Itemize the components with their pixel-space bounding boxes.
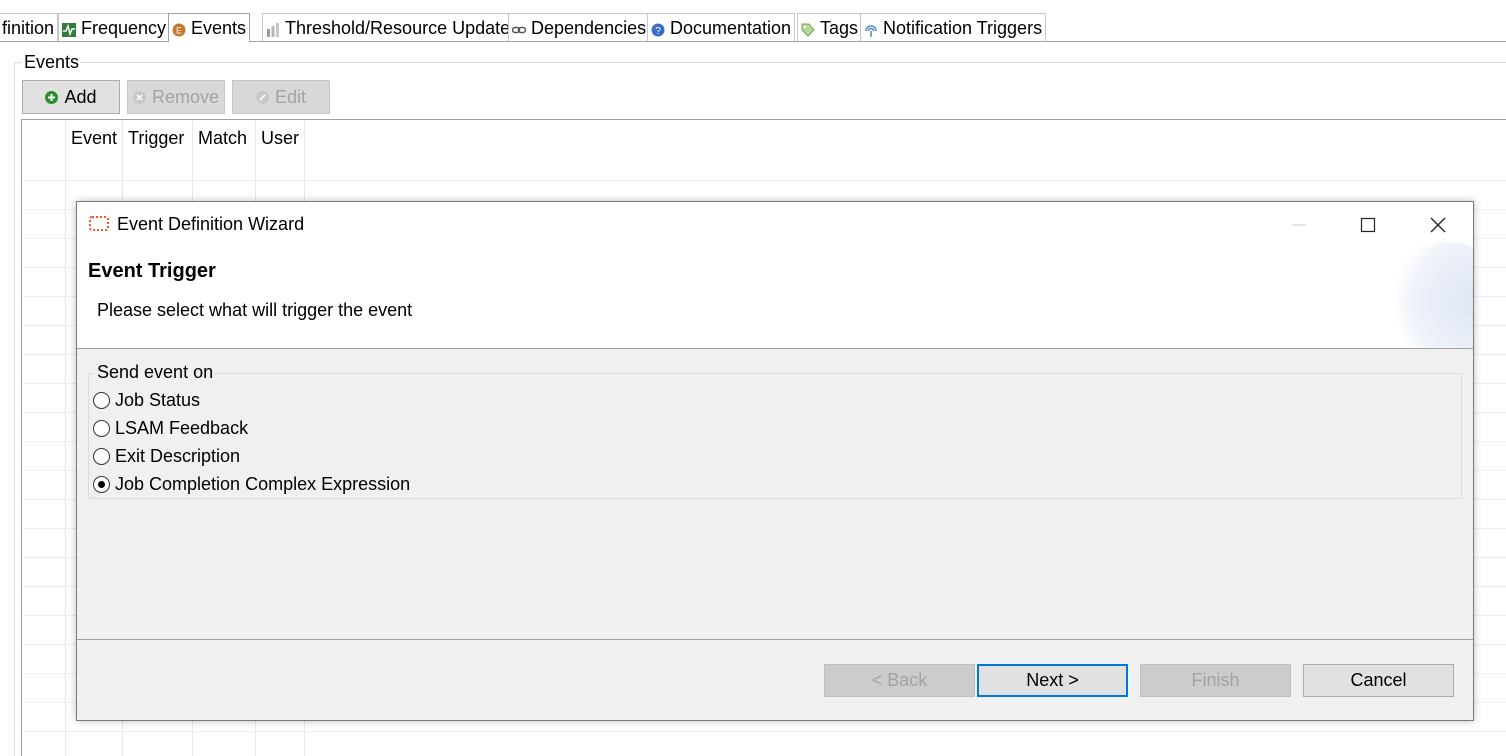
events-icon: E <box>172 21 186 37</box>
threshold-icon <box>266 21 280 37</box>
link-icon <box>511 21 527 35</box>
radio-button[interactable] <box>93 392 110 409</box>
next-button[interactable]: Next > <box>977 664 1128 697</box>
radio-job-completion-complex-expression[interactable]: Job Completion Complex Expression <box>93 474 410 495</box>
tab-frequency[interactable]: Frequency <box>58 13 171 41</box>
column-divider <box>65 120 66 756</box>
radio-label: Job Status <box>115 390 201 410</box>
remove-button-label: Remove <box>151 86 220 107</box>
event-definition-wizard-dialog: Event Definition Wizard Event Trigger Pl… <box>76 201 1474 721</box>
tab-threshold-resource-update[interactable]: Threshold/Resource Update <box>262 13 515 41</box>
column-header-event[interactable]: Event <box>71 128 117 149</box>
svg-text:?: ? <box>655 26 661 37</box>
tab-label: finition <box>2 17 55 38</box>
send-event-on-label: Send event on <box>95 362 216 383</box>
wizard-banner: Event Definition Wizard Event Trigger Pl… <box>77 202 1473 349</box>
maximize-button[interactable] <box>1345 210 1391 240</box>
radio-button-selected[interactable] <box>93 476 110 493</box>
close-button[interactable] <box>1415 210 1461 240</box>
radio-lsam-feedback[interactable]: LSAM Feedback <box>93 418 248 439</box>
edit-button-label: Edit <box>274 86 307 107</box>
svg-text:E: E <box>176 26 182 36</box>
tab-label: Frequency <box>81 17 167 38</box>
column-header-trigger[interactable]: Trigger <box>128 128 184 149</box>
app-icon <box>89 216 109 231</box>
table-row <box>22 180 1506 181</box>
tab-label: Notification Triggers <box>883 17 1043 38</box>
radio-exit-description[interactable]: Exit Description <box>93 446 240 467</box>
wizard-page-description: Please select what will trigger the even… <box>97 300 413 320</box>
maximize-icon <box>1360 217 1376 233</box>
tab-label: Threshold/Resource Update <box>285 17 511 38</box>
minimize-button[interactable] <box>1276 210 1322 240</box>
tab-label: Documentation <box>670 17 792 38</box>
column-header-user[interactable]: User <box>261 128 299 149</box>
remove-icon <box>132 90 146 104</box>
tab-label: Tags <box>820 17 859 38</box>
footer-divider <box>77 639 1473 640</box>
window-title: Event Definition Wizard <box>117 214 305 234</box>
back-button[interactable]: < Back <box>824 664 975 697</box>
add-button-label: Add <box>64 86 97 107</box>
tab-events[interactable]: E Events <box>168 13 251 42</box>
add-icon <box>45 90 59 104</box>
column-header-match[interactable]: Match <box>198 128 247 149</box>
table-row <box>22 731 1506 732</box>
info-icon: ? <box>651 21 665 37</box>
radio-job-status[interactable]: Job Status <box>93 390 200 411</box>
wizard-page-title: Event Trigger <box>88 260 216 282</box>
edit-button[interactable]: Edit <box>232 80 330 114</box>
cancel-button[interactable]: Cancel <box>1303 664 1454 697</box>
close-icon <box>1430 217 1446 233</box>
tab-tags[interactable]: Tags <box>797 13 863 41</box>
finish-button[interactable]: Finish <box>1140 664 1291 697</box>
radio-label: Job Completion Complex Expression <box>115 474 411 494</box>
tab-notification-triggers[interactable]: Notification Triggers <box>860 13 1047 41</box>
tab-label: Dependencies <box>531 17 647 38</box>
edit-icon <box>255 90 269 104</box>
events-panel-title: Events <box>22 52 82 73</box>
tag-icon <box>801 21 815 37</box>
tab-documentation[interactable]: ? Documentation <box>647 13 796 41</box>
frequency-icon <box>62 21 76 37</box>
add-button[interactable]: Add <box>22 80 120 114</box>
radio-label: LSAM Feedback <box>115 418 249 438</box>
notification-icon <box>864 21 878 37</box>
tab-definition[interactable]: finition <box>0 13 59 41</box>
tab-dependencies[interactable]: Dependencies <box>508 13 651 41</box>
banner-decoration <box>1383 242 1473 348</box>
radio-label: Exit Description <box>115 446 241 466</box>
minimize-icon <box>1292 224 1306 226</box>
radio-button[interactable] <box>93 420 110 437</box>
remove-button[interactable]: Remove <box>127 80 225 114</box>
editor-tab-strip: finition Frequency E Events Threshold/Re… <box>0 0 1506 42</box>
tab-label: Events <box>191 18 247 38</box>
radio-button[interactable] <box>93 448 110 465</box>
